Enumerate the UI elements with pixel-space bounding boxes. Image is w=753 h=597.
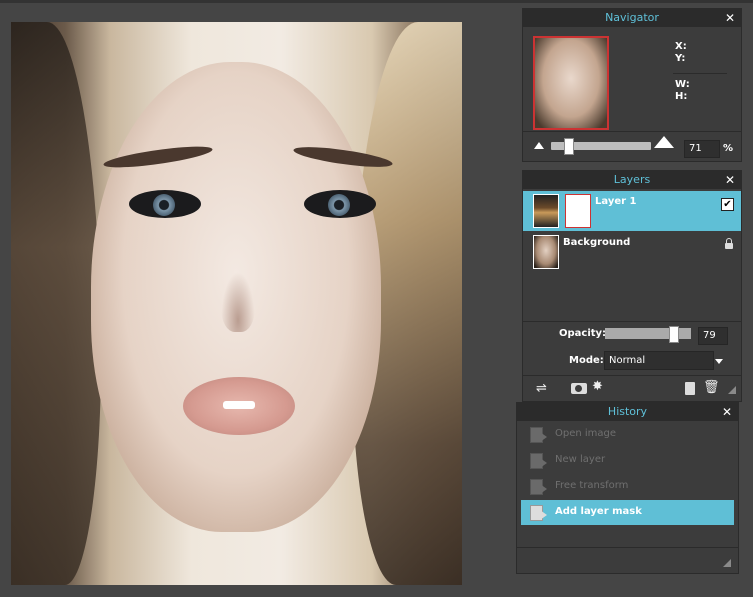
zoom-unit: % [723, 143, 734, 154]
canvas-lips [183, 377, 295, 435]
history-item-new-layer[interactable]: New layer [521, 448, 734, 473]
layers-header[interactable]: Layers ✕ [523, 171, 741, 189]
history-panel: History ✕ Open image New layer Free tran… [516, 402, 739, 574]
history-item-free-transform[interactable]: Free transform [521, 474, 734, 499]
zoom-input[interactable]: 71 [684, 140, 720, 158]
history-step-icon [530, 505, 547, 521]
navigator-x-label: X: [675, 41, 687, 52]
resize-handle-icon[interactable] [728, 386, 736, 394]
navigator-header[interactable]: Navigator ✕ [523, 9, 741, 27]
history-item-label: New layer [555, 454, 606, 465]
history-item-label: Add layer mask [555, 506, 642, 517]
history-item-add-layer-mask[interactable]: Add layer mask [521, 500, 734, 525]
navigator-y-label: Y: [675, 53, 686, 64]
blend-mode-select[interactable]: Normal [604, 351, 714, 370]
history-item-open-image[interactable]: Open image [521, 422, 734, 447]
canvas-nose [221, 272, 255, 332]
canvas-hair-left [11, 22, 101, 585]
effects-icon[interactable]: ✸ [592, 380, 603, 394]
navigator-w-label: W: [675, 79, 690, 90]
mask-icon[interactable] [571, 383, 587, 394]
history-item-label: Free transform [555, 480, 629, 491]
navigator-separator [523, 131, 741, 132]
resize-handle-icon[interactable] [723, 559, 731, 567]
navigator-thumbnail[interactable] [533, 36, 609, 130]
history-title: History [607, 405, 648, 418]
navigator-close-icon[interactable]: ✕ [725, 9, 735, 27]
zoom-out-icon[interactable] [534, 142, 544, 149]
top-border [0, 0, 753, 3]
layers-toolbar-separator [523, 375, 741, 376]
history-close-icon[interactable]: ✕ [722, 403, 732, 421]
background-thumbnail[interactable] [533, 235, 559, 269]
layer-row-layer-1[interactable]: Layer 1 ✔ [523, 191, 741, 231]
layer-1-mask-thumbnail[interactable] [565, 194, 591, 228]
zoom-slider-thumb[interactable] [564, 138, 574, 155]
layers-close-icon[interactable]: ✕ [725, 171, 735, 189]
canvas-eye-right [304, 190, 376, 218]
navigator-title: Navigator [605, 11, 659, 24]
image-canvas[interactable] [11, 22, 462, 585]
layer-1-name: Layer 1 [595, 196, 637, 207]
history-footer-separator [517, 547, 738, 548]
history-header[interactable]: History ✕ [517, 403, 738, 421]
history-step-icon [530, 479, 547, 495]
opacity-slider-thumb[interactable] [668, 326, 679, 343]
layer-row-background[interactable]: Background [523, 232, 741, 272]
trash-icon[interactable]: 🗑 [703, 381, 720, 395]
canvas-eye-left [129, 190, 201, 218]
layer-1-visibility-checkbox[interactable]: ✔ [721, 198, 734, 211]
new-layer-icon[interactable] [685, 382, 695, 395]
layers-list-separator [523, 321, 741, 322]
navigator-panel: Navigator ✕ X: Y: W: H: 71 % [522, 8, 742, 162]
navigator-divider [673, 73, 727, 74]
layers-panel: Layers ✕ Layer 1 ✔ Background Opacity: 7… [522, 170, 742, 402]
history-item-label: Open image [555, 428, 617, 439]
chevron-down-icon[interactable] [715, 359, 723, 364]
layer-1-thumbnail[interactable] [533, 194, 559, 228]
lock-icon [725, 238, 733, 249]
navigator-h-label: H: [675, 91, 688, 102]
history-step-icon [530, 427, 547, 443]
zoom-in-icon[interactable] [654, 136, 674, 148]
opacity-input[interactable]: 79 [698, 327, 728, 345]
layers-title: Layers [613, 173, 651, 186]
sliders-icon[interactable]: ⇌ [536, 382, 547, 396]
mode-label: Mode: [569, 355, 604, 366]
history-step-icon [530, 453, 547, 469]
background-name: Background [563, 237, 631, 248]
opacity-label: Opacity: [559, 328, 607, 339]
